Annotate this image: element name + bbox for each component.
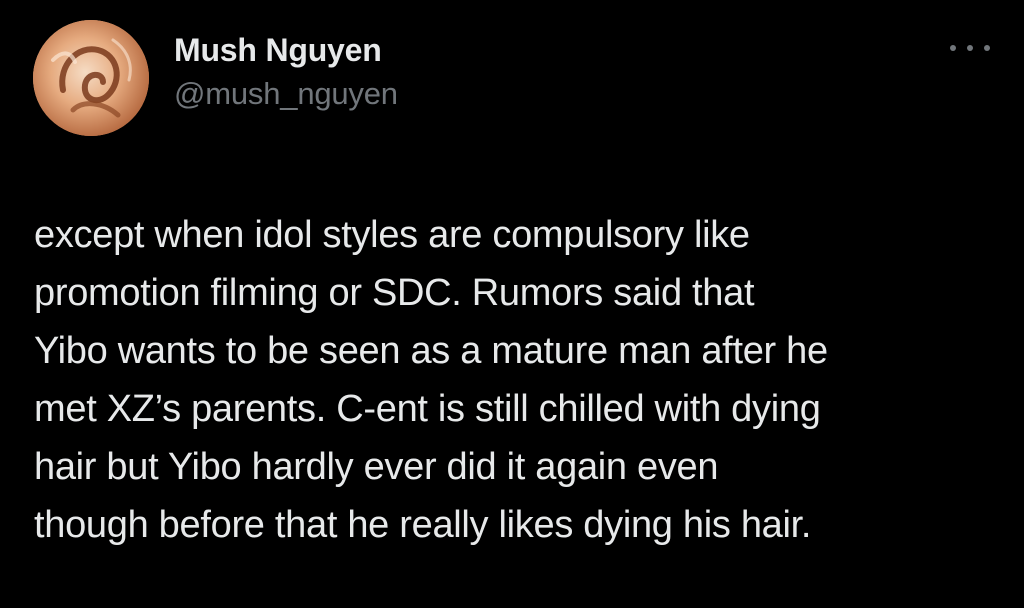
tweet-text-line: except when idol styles are compulsory l… <box>34 214 750 256</box>
avatar[interactable] <box>33 20 149 136</box>
more-options-icon[interactable] <box>950 38 990 58</box>
author-block: Mush Nguyen @mush_nguyen <box>174 30 398 114</box>
author-display-name[interactable]: Mush Nguyen <box>174 30 398 70</box>
dot-icon <box>950 45 956 51</box>
tweet-text-line: though before that he really likes dying… <box>34 504 812 546</box>
tweet-card: Mush Nguyen @mush_nguyen except when ido… <box>0 0 1024 608</box>
tweet-text-line: hair but Yibo hardly ever did it again e… <box>34 446 719 488</box>
avatar-image <box>33 20 149 136</box>
dot-icon <box>967 45 973 51</box>
tweet-text-line: met XZ’s parents. C-ent is still chilled… <box>34 388 821 430</box>
dot-icon <box>984 45 990 51</box>
author-handle[interactable]: @mush_nguyen <box>174 74 398 114</box>
tweet-text-line: promotion filming or SDC. Rumors said th… <box>34 272 755 314</box>
tweet-text: except when idol styles are compulsory l… <box>34 206 1009 554</box>
tweet-text-line: Yibo wants to be seen as a mature man af… <box>34 330 828 372</box>
